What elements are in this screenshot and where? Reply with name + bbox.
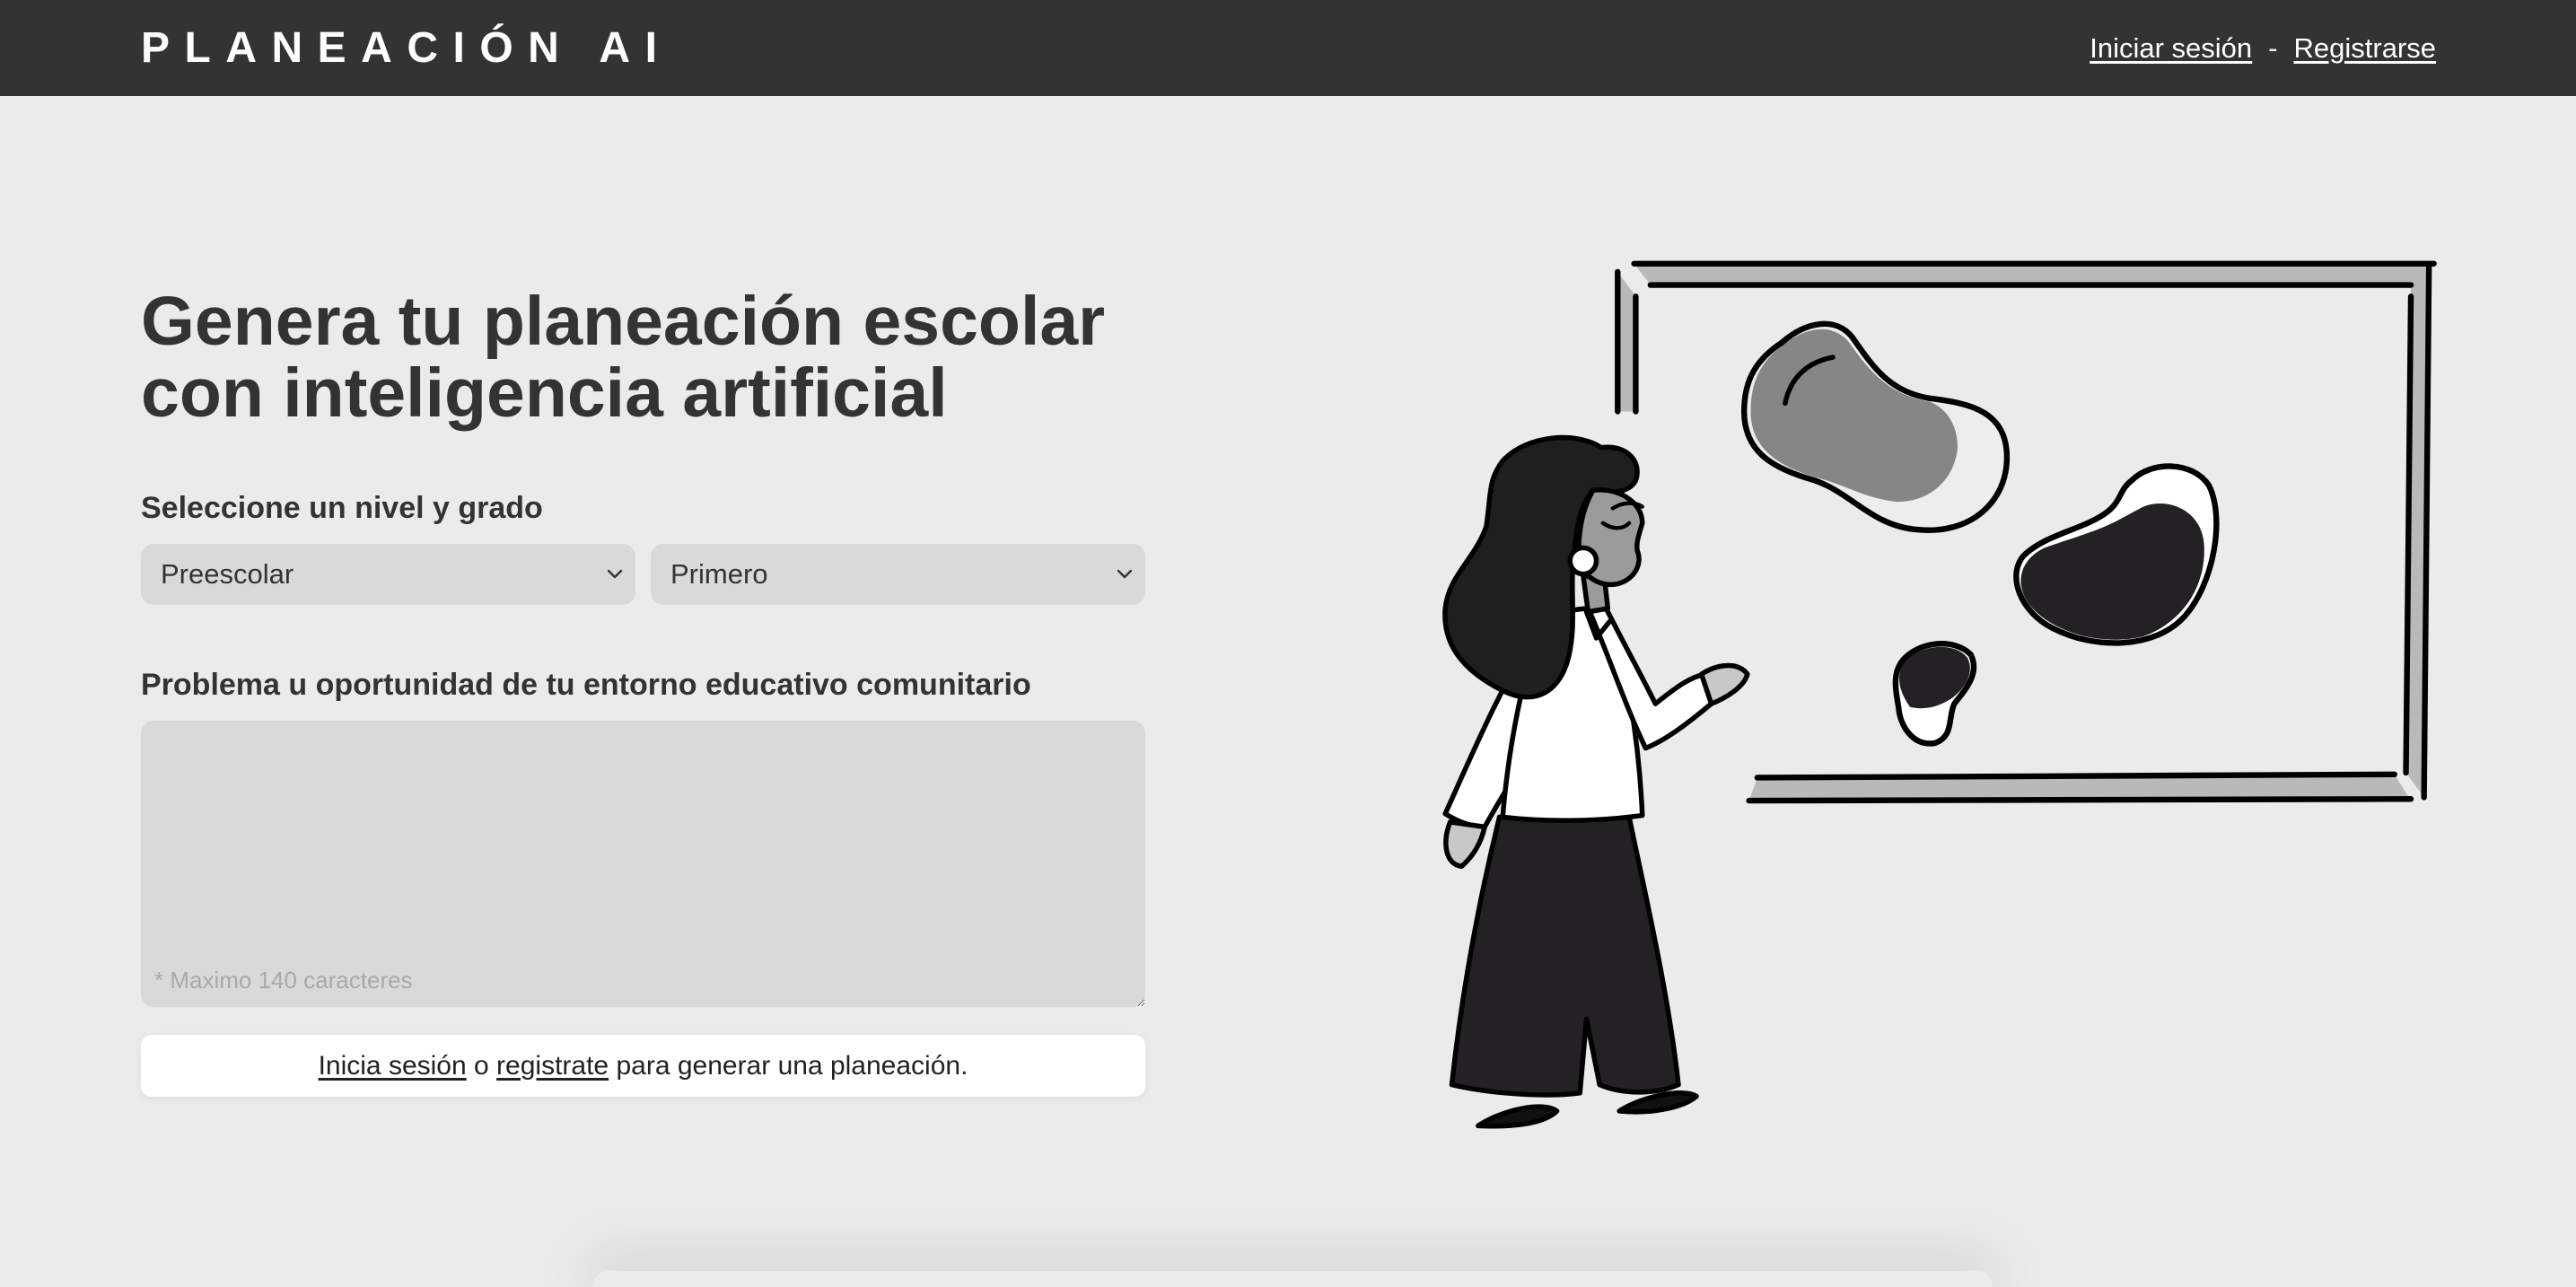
chevron-down-icon [1117,569,1133,579]
frame-band [1634,263,2434,285]
page-title-line-2: con inteligencia artificial [141,355,948,432]
problem-textarea[interactable] [141,721,1145,1007]
whiteboard-frame [1615,260,2437,804]
level-select[interactable]: Preescolar [141,544,635,605]
left-shoe [1476,1104,1560,1129]
earring [1567,545,1599,577]
board-blob-small [1892,641,1977,747]
grade-select[interactable]: Primero [651,544,1145,605]
right-shoe [1617,1090,1699,1115]
level-select-value: Preescolar [161,558,294,590]
back-hand [1443,819,1487,870]
notice-register-link[interactable]: registrate [496,1051,609,1081]
content-card-edge [592,1271,1993,1287]
teacher-figure [1442,434,1750,1129]
notice-login-link[interactable]: Inicia sesión [319,1051,467,1081]
frame-line [1754,771,2397,781]
auth-links: Iniciar sesión - Registrarse [2090,0,2436,96]
pointing-hand [1698,662,1750,706]
board-blob-large [1740,320,2011,533]
board-blob-right [2013,463,2220,646]
register-link[interactable]: Registrarse [2294,32,2437,65]
problem-textarea-wrapper: * Maximo 140 caracteres [141,721,1145,1007]
page: PLANEACIÓN AI Iniciar sesión - Registrarse… [0,0,2576,1287]
page-title: Genera tu planeación escolar con intelig… [141,285,1105,429]
page-title-line-1: Genera tu planeación escolar [141,283,1106,360]
blob-shade [1750,328,1958,503]
login-notice: Inicia sesión o registrate para generar … [141,1035,1145,1097]
chevron-down-icon [607,569,623,579]
auth-separator: - [2268,31,2278,64]
level-grade-label: Seleccione un nivel y grado [141,491,543,525]
top-navbar: PLANEACIÓN AI Iniciar sesión - Registrarse [0,0,2576,96]
frame-line [1746,796,2414,804]
teacher-whiteboard-illustration [1442,260,2437,1129]
login-link[interactable]: Iniciar sesión [2090,32,2252,65]
notice-suffix: para generar una planeación. [616,1051,968,1081]
problem-label: Problema u oportunidad de tu entorno edu… [141,668,1031,702]
app-logo[interactable]: PLANEACIÓN AI [141,0,671,96]
pants [1449,814,1681,1098]
notice-connector: o [474,1051,489,1081]
grade-select-value: Primero [670,558,768,590]
